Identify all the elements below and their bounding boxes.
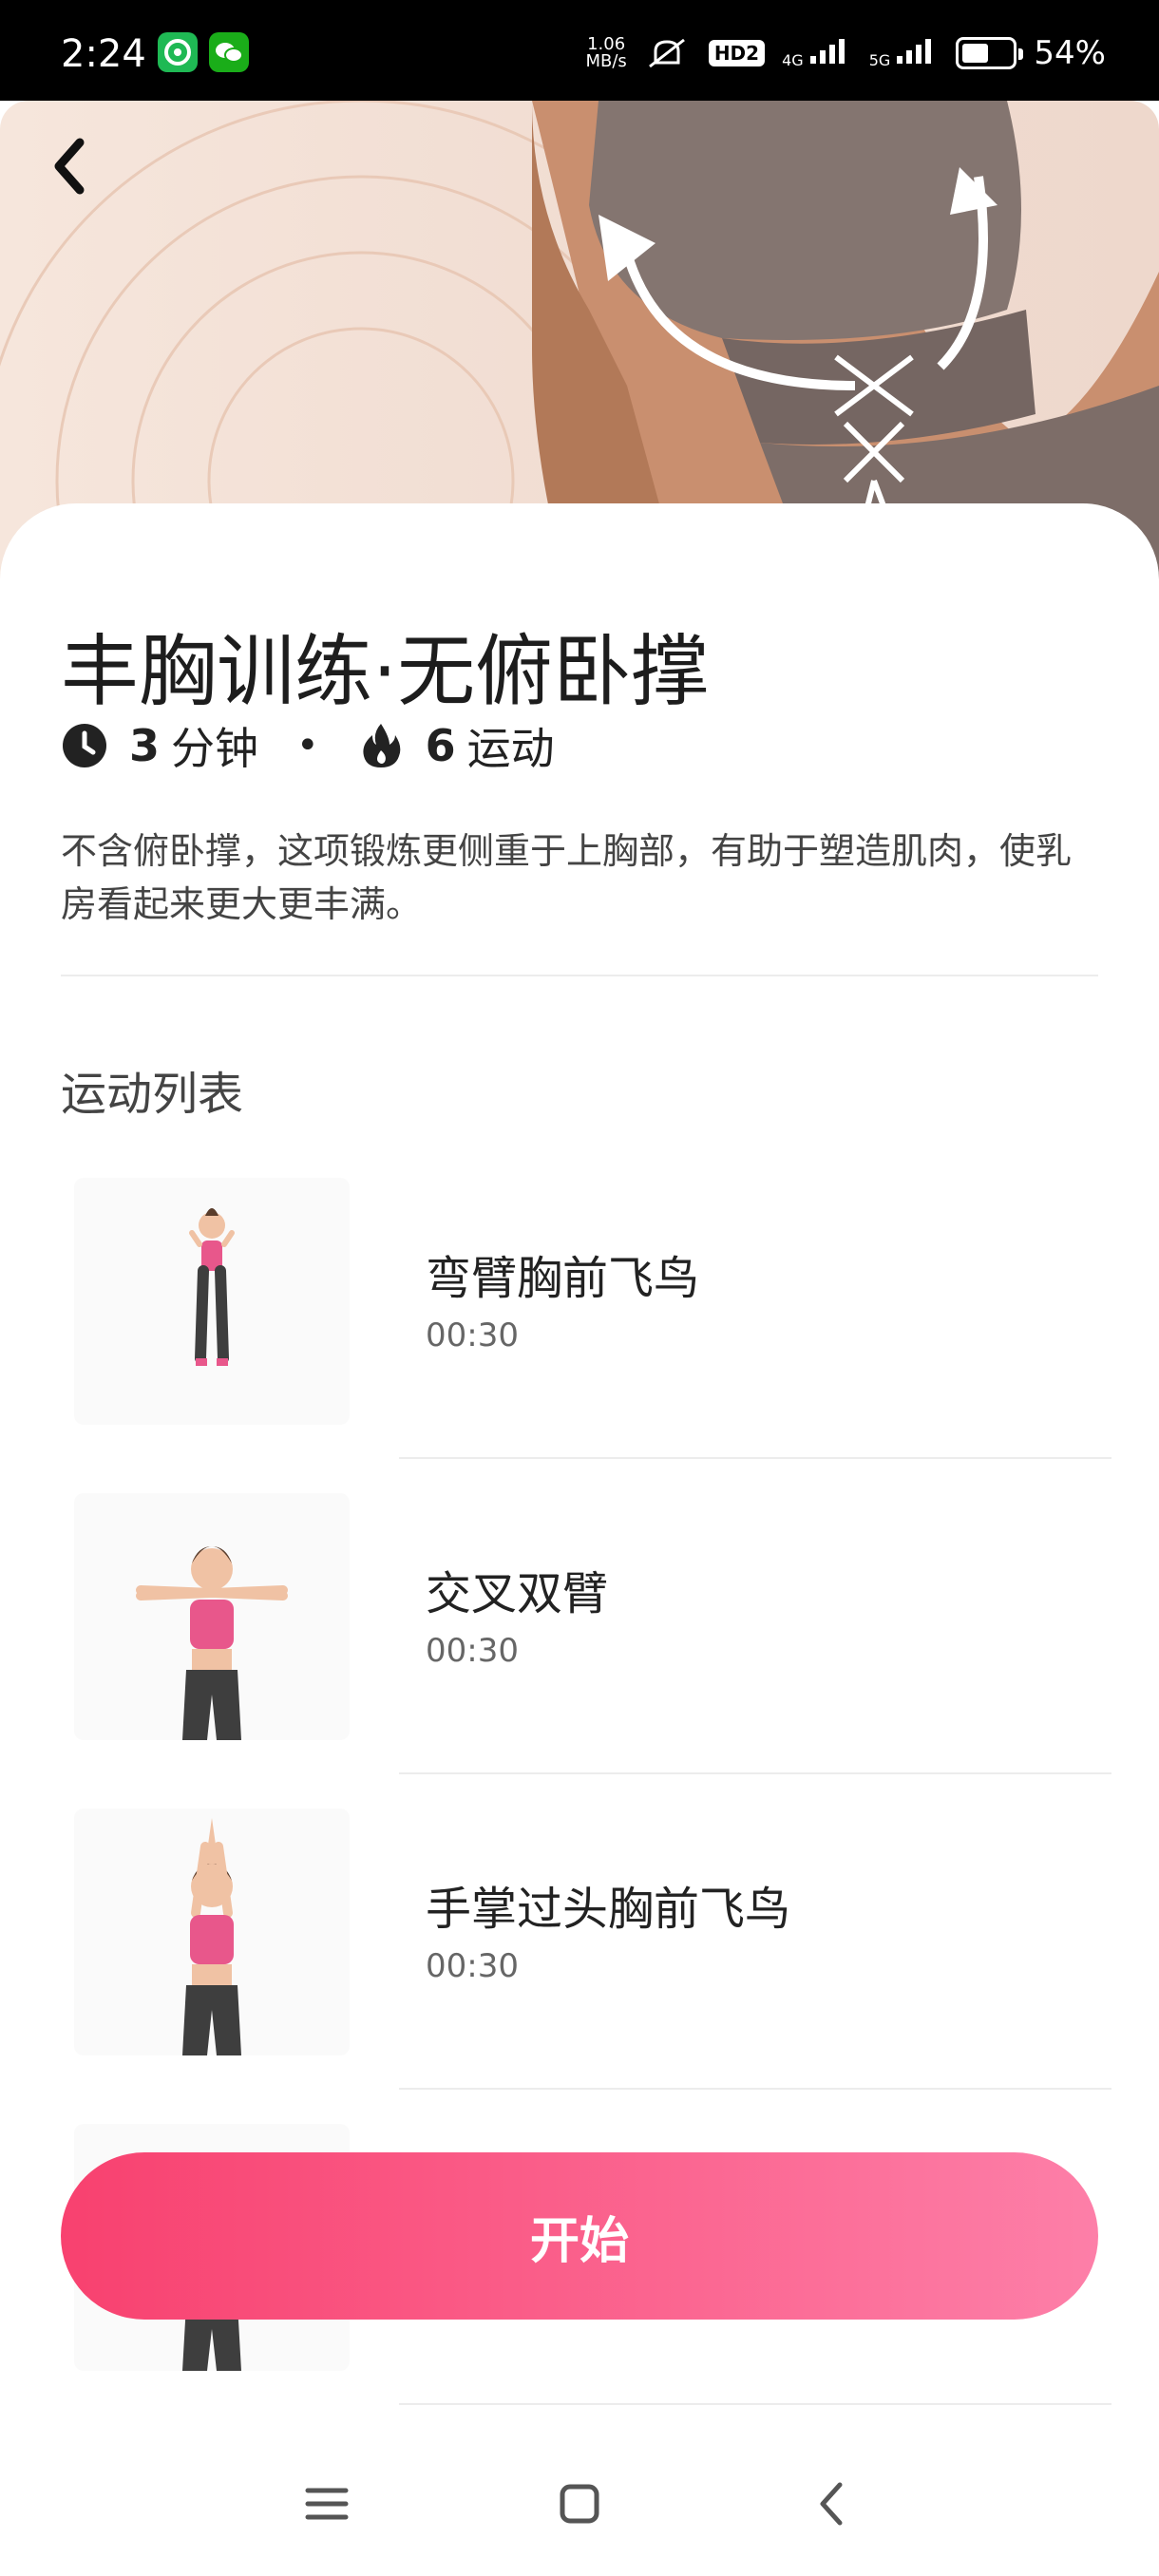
status-bar: 2:24 1.06 MB/s HD2 4G 5G 54% [0, 0, 1159, 101]
list-item[interactable]: 弯臂胸前飞鸟 00:30 [0, 1178, 1159, 1493]
exercise-count: 6 [425, 720, 456, 771]
list-item[interactable]: 交叉双臂 00:30 [0, 1493, 1159, 1809]
signal-5g-icon: 5G [869, 37, 940, 69]
network-speed-unit: MB/s [585, 51, 627, 71]
row-divider [399, 2403, 1112, 2405]
battery-fill [962, 44, 989, 63]
row-divider [399, 2088, 1112, 2090]
section-title: 运动列表 [61, 1068, 244, 1121]
wechat-icon [209, 32, 249, 72]
battery-percent: 54% [1034, 34, 1106, 72]
signal-4g-label: 4G [782, 51, 804, 69]
hd-badge: HD2 [708, 40, 766, 66]
battery-icon [956, 37, 1024, 69]
exercise-time: 00:30 [426, 1632, 519, 1670]
menu-icon[interactable] [298, 2475, 355, 2532]
app-notification-icon [158, 32, 198, 72]
signal-4g-icon: 4G [782, 37, 852, 69]
workout-meta: 3 分钟 • 6 运动 [61, 712, 555, 779]
duration-value: 3 [129, 720, 161, 771]
exercise-thumbnail [74, 1178, 350, 1425]
row-divider [399, 1457, 1112, 1459]
exercise-name: 手掌过头胸前飞鸟 [426, 1883, 791, 1936]
back-button[interactable] [42, 133, 99, 199]
home-icon[interactable] [551, 2475, 608, 2532]
divider [61, 975, 1098, 976]
signal-5g-label: 5G [868, 51, 891, 69]
exercise-name: 交叉双臂 [426, 1567, 609, 1620]
list-item[interactable]: 手掌过头胸前飞鸟 00:30 [0, 1809, 1159, 2124]
exercise-thumbnail [74, 1809, 350, 2055]
workout-title: 丰胸训练·无俯卧撑 [61, 627, 710, 717]
workout-description: 不含俯卧撑，这项锻炼更侧重于上胸部，有助于塑造肌肉，使乳房看起来更大更丰满。 [61, 830, 1073, 925]
exercise-time: 00:30 [426, 1947, 519, 1985]
network-speed: 1.06 MB/s [585, 36, 626, 70]
chevron-left-icon [54, 138, 85, 195]
system-nav-bar [0, 2432, 1159, 2576]
exercise-name: 弯臂胸前飞鸟 [426, 1252, 700, 1305]
start-button[interactable]: 开始 [61, 2152, 1098, 2320]
row-divider [399, 1772, 1112, 1774]
flame-icon [363, 724, 400, 767]
exercise-thumbnail [74, 1493, 350, 1740]
duration-unit: 分钟 [171, 723, 259, 774]
status-time: 2:24 [61, 32, 146, 76]
clock-icon [63, 724, 106, 767]
exercise-time: 00:30 [426, 1316, 519, 1354]
mute-alarm-icon [648, 38, 685, 68]
exercise-unit: 运动 [466, 723, 555, 774]
back-nav-icon[interactable] [804, 2475, 861, 2532]
meta-separator: • [296, 724, 319, 767]
